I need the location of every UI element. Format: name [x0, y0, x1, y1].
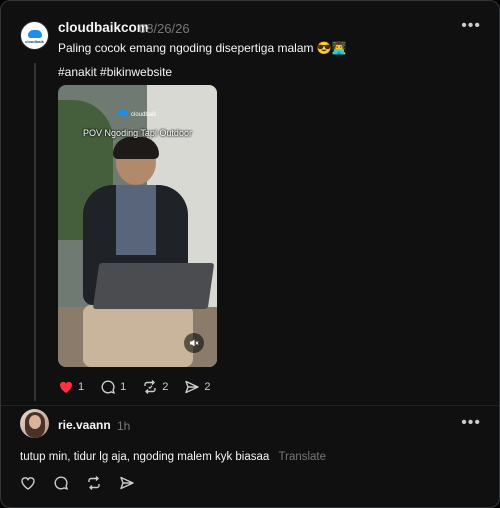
cloudbaik-avatar[interactable]: cloudbaik [20, 21, 49, 50]
post-username[interactable]: cloudbaikcom [58, 20, 149, 35]
video-overlay-text: POV Ngoding Tapi Outdoor [83, 128, 192, 138]
mute-glyph-icon [190, 339, 199, 347]
video-person-pants [83, 305, 193, 367]
like-count: 1 [78, 381, 85, 393]
reply-text: tutup min, tidur lg aja, ngoding malem k… [20, 451, 270, 463]
comment-icon[interactable] [53, 475, 69, 491]
avatar-brand-label: cloudbaik [25, 38, 44, 44]
rievaann-avatar[interactable] [20, 409, 49, 438]
share-count: 2 [204, 381, 211, 393]
reply-actions [20, 475, 152, 491]
reply-more-options-icon[interactable]: ••• [461, 414, 481, 432]
post-actions: 1 1 2 2 [58, 379, 227, 395]
comment-icon [101, 380, 116, 394]
repost-count: 2 [162, 381, 169, 393]
like-button[interactable]: 1 [58, 379, 84, 395]
comment-button[interactable]: 1 [100, 379, 126, 395]
video-person-shirt [116, 185, 156, 255]
caption-emoji: 😎👨‍💻 [316, 41, 347, 55]
post-caption: Paling cocok emang ngoding disepertiga m… [58, 41, 347, 55]
video-person-hair [113, 137, 159, 159]
reply-text-row: tutup min, tidur lg aja, ngoding malem k… [20, 451, 326, 463]
translate-link[interactable]: Translate [279, 451, 327, 463]
share-button[interactable]: 2 [184, 379, 211, 395]
cloud-logo-icon [118, 110, 128, 116]
avatar-face [29, 415, 41, 429]
cloud-logo-icon [27, 29, 42, 38]
more-options-icon[interactable]: ••• [461, 17, 481, 35]
repost-button[interactable]: 2 [142, 379, 168, 395]
comment-count: 1 [120, 381, 127, 393]
divider [1, 405, 499, 406]
video-laptop [92, 263, 215, 309]
speaker-muted-icon[interactable] [184, 333, 204, 353]
video-overlay-brand: cloudbaik [118, 110, 156, 118]
thread-card: cloudbaik cloudbaikcom 08/26/26 ••• Pali… [0, 0, 500, 508]
thread-line [34, 63, 36, 401]
post-hashtags[interactable]: #anakit #bikinwebsite [58, 65, 172, 79]
repost-icon[interactable] [86, 475, 102, 491]
video-brand-text: cloudbaik [131, 112, 157, 118]
send-icon [185, 380, 200, 394]
send-icon[interactable] [119, 475, 135, 491]
repost-icon [144, 380, 156, 394]
post-date: 08/26/26 [139, 21, 190, 36]
reply-username[interactable]: rie.vaann [58, 418, 111, 432]
caption-text: Paling cocok emang ngoding disepertiga m… [58, 41, 314, 55]
heart-filled-icon [60, 381, 72, 393]
heart-icon[interactable] [20, 475, 36, 491]
post-video[interactable]: cloudbaik POV Ngoding Tapi Outdoor [58, 85, 217, 367]
reply-time: 1h [117, 419, 131, 433]
